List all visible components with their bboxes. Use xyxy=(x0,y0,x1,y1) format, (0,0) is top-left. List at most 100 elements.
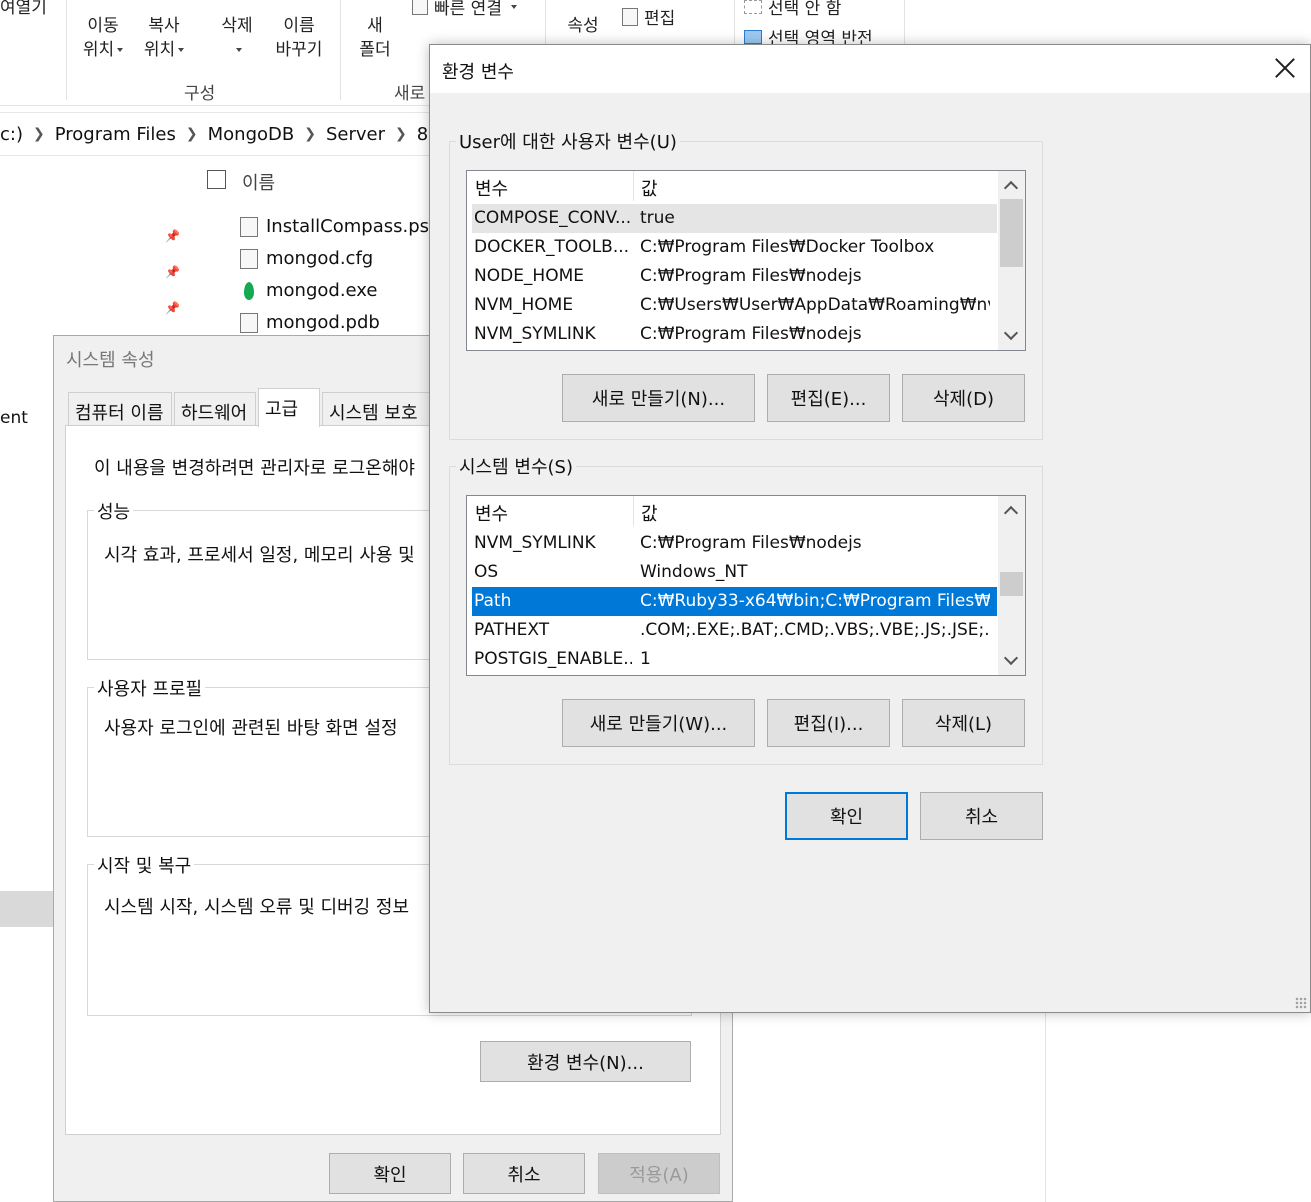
delete-caret xyxy=(214,38,260,62)
scroll-down-icon[interactable] xyxy=(1003,650,1019,666)
table-row-selected[interactable]: Path C:₩Ruby33-x64₩bin;C:₩Program Files₩… xyxy=(472,587,997,616)
quick-link-button[interactable]: 빠른 연결 xyxy=(412,0,517,19)
scroll-up-icon[interactable] xyxy=(1003,505,1019,521)
move-to-button[interactable]: 이동 위치 xyxy=(78,14,128,62)
column-header-variable[interactable]: 변수 xyxy=(475,175,508,201)
variable-name: POSTGIS_ENABLE... xyxy=(474,649,632,669)
tab-system-protection[interactable]: 시스템 보호 xyxy=(322,392,432,426)
tab-hardware[interactable]: 하드웨어 xyxy=(174,392,256,426)
environment-variables-dialog: 환경 변수 User에 대한 사용자 변수(U) 변수 값 COMPOSE_CO… xyxy=(429,44,1311,1013)
user-variables-list[interactable]: 변수 값 COMPOSE_CONV... true DOCKER_TOOLB..… xyxy=(466,170,1026,351)
quick-link-icon xyxy=(412,0,428,15)
select-none-icon xyxy=(744,0,762,14)
system-delete-button[interactable]: 삭제(L) xyxy=(902,699,1025,747)
user-delete-button[interactable]: 삭제(D) xyxy=(902,374,1025,422)
address-bar[interactable]: c:) ❯ Program Files ❯ MongoDB ❯ Server ❯… xyxy=(0,112,467,156)
scroll-down-icon[interactable] xyxy=(1003,325,1019,341)
list-item[interactable]: InstallCompass.ps1 xyxy=(240,216,441,237)
scroll-thumb[interactable] xyxy=(1000,199,1023,267)
group-label: 사용자 프로필 xyxy=(94,675,206,701)
ok-button[interactable]: 확인 xyxy=(329,1153,451,1194)
nav-pane-selected-item[interactable] xyxy=(0,891,55,927)
table-row[interactable]: NVM_SYMLINK C:₩Program Files₩nodejs xyxy=(472,529,997,558)
close-icon[interactable] xyxy=(1274,57,1296,79)
cancel-button[interactable]: 취소 xyxy=(463,1153,585,1194)
properties-button[interactable]: 속성 xyxy=(560,14,606,38)
copy-label-line1: 복사 xyxy=(148,16,180,36)
explorer-content-area xyxy=(733,1011,1046,1202)
scroll-thumb[interactable] xyxy=(1000,572,1023,596)
system-variables-list[interactable]: 변수 값 NVM_SYMLINK C:₩Program Files₩nodejs… xyxy=(466,495,1026,676)
vertical-scrollbar[interactable] xyxy=(998,171,1025,350)
tab-advanced[interactable]: 고급 xyxy=(258,388,320,427)
group-label: User에 대한 사용자 변수(U) xyxy=(456,128,680,154)
nav-pane-item[interactable]: ent xyxy=(0,408,28,428)
variable-name: PATHEXT xyxy=(474,620,550,640)
variable-value: C:₩Program Files₩Docker Toolbox xyxy=(640,237,935,257)
script-file-icon xyxy=(240,216,258,237)
select-none-button[interactable]: 선택 안 함 xyxy=(744,0,841,19)
variable-name: NVM_HOME xyxy=(474,295,574,315)
cancel-button[interactable]: 취소 xyxy=(920,792,1043,840)
pin-icon[interactable]: 📌 xyxy=(165,265,180,279)
variable-name: DOCKER_TOOLB... xyxy=(474,237,630,257)
column-header-name[interactable]: 이름 xyxy=(242,169,275,195)
pin-icon[interactable]: 📌 xyxy=(165,229,180,243)
table-row[interactable]: DOCKER_TOOLB... C:₩Program Files₩Docker … xyxy=(472,233,997,262)
table-row[interactable]: PATHEXT .COM;.EXE;.BAT;.CMD;.VBS;.VBE;.J… xyxy=(472,616,997,645)
dialog-title: 시스템 속성 xyxy=(66,350,155,371)
table-row[interactable]: NVM_SYMLINK C:₩Program Files₩nodejs xyxy=(472,320,997,349)
ribbon-divider xyxy=(340,0,341,100)
rename-button[interactable]: 이름 바꾸기 xyxy=(268,14,330,62)
table-row[interactable]: OS Windows_NT xyxy=(472,558,997,587)
scroll-up-icon[interactable] xyxy=(1003,180,1019,196)
tab-computer-name[interactable]: 컴퓨터 이름 xyxy=(68,392,172,426)
resize-grip-icon[interactable] xyxy=(1295,997,1307,1009)
apply-button[interactable]: 적용(A) xyxy=(598,1153,720,1194)
invert-selection-icon xyxy=(744,29,762,44)
environment-variables-button[interactable]: 환경 변수(N)... xyxy=(480,1041,691,1082)
user-new-button[interactable]: 새로 만들기(N)... xyxy=(562,374,755,422)
ok-button[interactable]: 확인 xyxy=(785,792,908,840)
breadcrumb-program-files[interactable]: Program Files xyxy=(49,124,182,145)
select-none-label: 선택 안 함 xyxy=(768,0,842,19)
edit-button[interactable]: 편집 xyxy=(622,4,675,29)
group-label: 시스템 변수(S) xyxy=(456,453,576,479)
chevron-right-icon: ❯ xyxy=(304,126,316,142)
new-folder-label-line1: 새 xyxy=(367,16,383,36)
group-label-new: 새로 xyxy=(394,84,426,104)
list-item[interactable]: mongod.cfg xyxy=(240,248,373,269)
new-folder-label-line2: 폴더 xyxy=(359,40,391,60)
variable-value: C:₩Ruby33-x64₩bin;C:₩Program Files₩C... xyxy=(640,591,990,611)
edit-icon xyxy=(622,7,638,26)
copy-label-line2: 위치 xyxy=(138,38,190,62)
variable-name: NVM_SYMLINK xyxy=(474,533,596,553)
table-row[interactable]: POSTGIS_ENABLE... 1 xyxy=(472,645,997,674)
list-header: 변수 값 xyxy=(467,496,998,526)
table-row[interactable]: COMPOSE_CONV... true xyxy=(472,204,997,233)
column-header-value[interactable]: 값 xyxy=(641,500,658,526)
vertical-scrollbar[interactable] xyxy=(998,496,1025,675)
user-edit-button[interactable]: 편집(E)... xyxy=(767,374,890,422)
column-header-variable[interactable]: 변수 xyxy=(475,500,508,526)
select-all-checkbox[interactable] xyxy=(207,170,226,189)
breadcrumb-drive[interactable]: c:) xyxy=(0,124,29,145)
system-new-button[interactable]: 새로 만들기(W)... xyxy=(562,699,755,747)
table-row[interactable]: NODE_HOME C:₩Program Files₩nodejs xyxy=(472,262,997,291)
new-folder-button[interactable]: 새 폴더 xyxy=(352,14,398,62)
pin-icon[interactable]: 📌 xyxy=(165,301,180,315)
column-divider xyxy=(633,171,634,201)
list-item[interactable]: mongod.exe xyxy=(240,280,377,301)
group-description: 시스템 시작, 시스템 오류 및 디버깅 정보 xyxy=(104,897,410,918)
copy-to-button[interactable]: 복사 위치 xyxy=(138,14,190,62)
breadcrumb-server[interactable]: Server xyxy=(320,124,391,145)
delete-button[interactable]: 삭제 xyxy=(214,14,260,62)
column-header-value[interactable]: 값 xyxy=(641,175,658,201)
system-edit-button[interactable]: 편집(I)... xyxy=(767,699,890,747)
table-row[interactable]: NVM_HOME C:₩Users₩User₩AppData₩Roaming₩n… xyxy=(472,291,997,320)
dialog-title: 환경 변수 xyxy=(442,62,514,83)
group-label-organize: 구성 xyxy=(184,84,216,104)
open-button[interactable]: 여열기 xyxy=(0,0,47,20)
breadcrumb-mongodb[interactable]: MongoDB xyxy=(202,124,301,145)
list-item[interactable]: mongod.pdb xyxy=(240,312,380,333)
